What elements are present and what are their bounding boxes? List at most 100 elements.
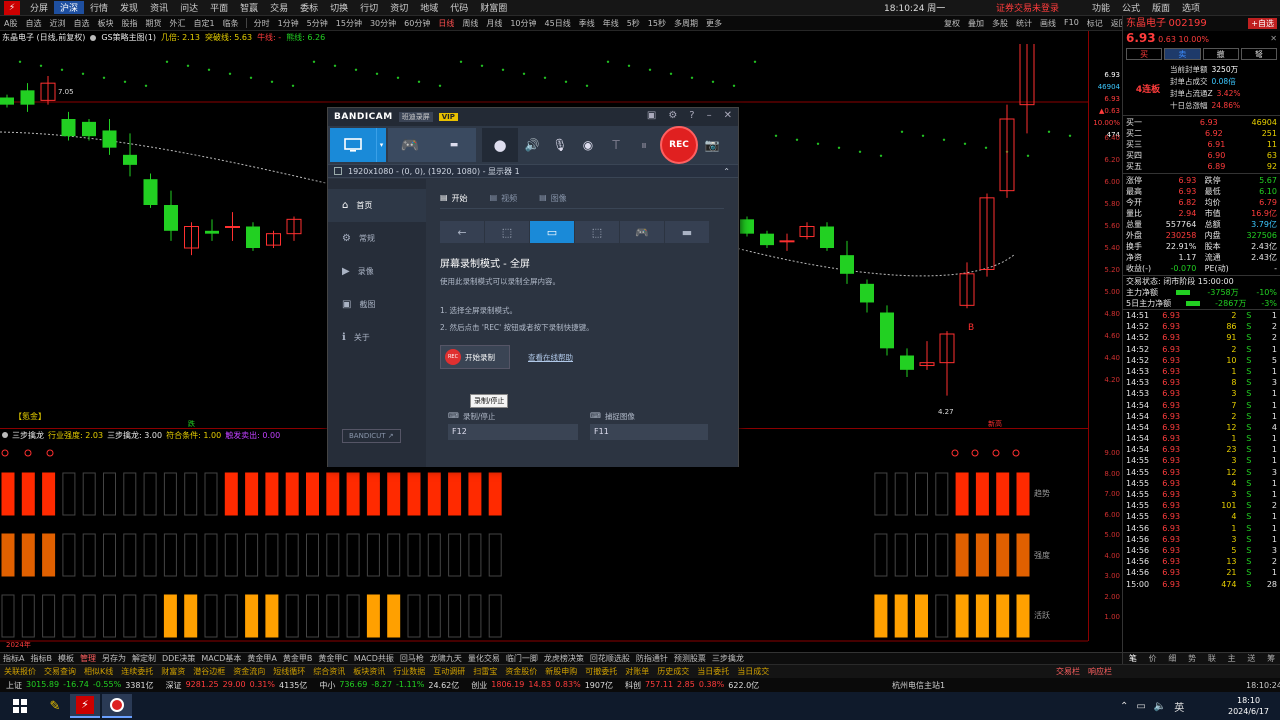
close-icon[interactable]: ✕ bbox=[1270, 31, 1277, 46]
function-tab[interactable]: 交易查询 bbox=[40, 666, 80, 677]
period-tab[interactable]: 1分钟 bbox=[274, 18, 303, 29]
tab-1[interactable]: ▤ 视频 bbox=[490, 193, 518, 204]
windows-start-icon[interactable] bbox=[0, 692, 40, 720]
chart-tool[interactable]: 返回 bbox=[1107, 18, 1122, 29]
add-watchlist-button[interactable]: +自选 bbox=[1248, 18, 1277, 29]
function-tab[interactable]: 潜谷边框 bbox=[189, 666, 229, 677]
microphone-icon[interactable]: 🎙 bbox=[546, 128, 574, 162]
region-mode-icon[interactable]: ⬚ bbox=[485, 221, 529, 243]
chart-tool[interactable]: 叠加 bbox=[964, 18, 988, 29]
panel-tab[interactable]: 主 bbox=[1222, 653, 1242, 664]
period-tab[interactable]: 60分钟 bbox=[400, 18, 434, 29]
start-record-button[interactable]: REC 开始录制 bbox=[440, 345, 510, 369]
indicator-tab[interactable]: 防指通针 bbox=[633, 653, 671, 664]
function-tab[interactable]: 资金流向 bbox=[229, 666, 269, 677]
function-tab[interactable]: 当日委托 bbox=[693, 666, 733, 677]
menu-item[interactable]: 平面 bbox=[204, 1, 234, 14]
tray-lang[interactable]: 英 bbox=[1174, 699, 1184, 714]
period-tab[interactable]: 15分钟 bbox=[332, 18, 366, 29]
index-item[interactable]: 深证 9281.25 29.00 0.31% 4135亿 bbox=[160, 680, 314, 691]
hotkey-record-field[interactable]: F12 bbox=[448, 424, 578, 440]
menu-item[interactable]: 行情 bbox=[84, 1, 114, 14]
panel-toggle[interactable]: 响应栏 bbox=[1084, 666, 1116, 677]
right-menu-item[interactable]: 版面 bbox=[1146, 1, 1176, 14]
hdmi-icon[interactable]: ▬ bbox=[665, 221, 709, 243]
function-tab[interactable]: 对账单 bbox=[621, 666, 653, 677]
fullscreen-mode-icon[interactable]: ▭ bbox=[530, 221, 574, 243]
chart-tool[interactable]: F10 bbox=[1060, 18, 1083, 29]
indicator-tab[interactable]: 模板 bbox=[55, 653, 77, 664]
period-tab[interactable]: 5秒 bbox=[623, 18, 644, 29]
panel-tab[interactable]: 筹 bbox=[1261, 653, 1280, 664]
login-status[interactable]: 证券交易未登录 bbox=[996, 1, 1059, 14]
period-tab[interactable]: 年线 bbox=[599, 18, 623, 29]
bandicam-titlebar[interactable]: BANDICAM 班迪录屏 VIP ▣ ⚙ ? – ✕ bbox=[328, 108, 738, 126]
bandicut-button[interactable]: BANDICUT ↗ bbox=[342, 429, 401, 443]
function-tab[interactable]: 扫雷宝 bbox=[469, 666, 501, 677]
menu-item[interactable]: 分屏 bbox=[24, 1, 54, 14]
menu-item[interactable]: 沪深 bbox=[54, 1, 85, 14]
app-logo-icon[interactable]: ⚡ bbox=[4, 0, 20, 15]
function-tab[interactable]: 新股申购 bbox=[541, 666, 581, 677]
device-mode-icon[interactable]: ▬ bbox=[432, 128, 476, 162]
menu-item[interactable]: 行切 bbox=[354, 1, 384, 14]
market-tab[interactable]: 股指 bbox=[117, 18, 141, 29]
menu-item[interactable]: 地域 bbox=[414, 1, 444, 14]
trade-button[interactable]: 卖 bbox=[1164, 48, 1201, 60]
taskbar-pin-icon[interactable]: ✎ bbox=[40, 699, 70, 714]
function-tab[interactable]: 可撤委托 bbox=[581, 666, 621, 677]
panel-tab[interactable]: 势 bbox=[1182, 653, 1202, 664]
webcam-icon[interactable]: ● bbox=[482, 128, 518, 162]
period-tab[interactable]: 45日线 bbox=[541, 18, 575, 29]
around-mouse-icon[interactable]: ⬚ bbox=[575, 221, 619, 243]
indicator-tab[interactable]: 另存为 bbox=[99, 653, 129, 664]
tray-volume-icon[interactable]: 🔈 bbox=[1154, 701, 1166, 712]
close-icon[interactable]: ✕ bbox=[724, 110, 732, 121]
indicator-tab[interactable]: DDE决策 bbox=[159, 653, 198, 664]
indicator-title[interactable]: 三步擒龙 bbox=[12, 430, 44, 441]
sidebar-item[interactable]: ⚙ 常规 bbox=[328, 222, 426, 255]
indicator-tab[interactable]: 龙虎榜决策 bbox=[541, 653, 587, 664]
panel-tab[interactable]: 笔 bbox=[1123, 653, 1143, 664]
chart-tool[interactable]: 标记 bbox=[1083, 18, 1107, 29]
indicator-tab[interactable]: 回马枪 bbox=[397, 653, 427, 664]
function-tab[interactable]: 财富资 bbox=[157, 666, 189, 677]
indicator-tab[interactable]: 黄金甲A bbox=[244, 653, 279, 664]
menu-item[interactable]: 财富圈 bbox=[474, 1, 513, 14]
market-tab[interactable]: 自选 bbox=[69, 18, 93, 29]
mode-dropdown-icon[interactable]: ▾ bbox=[376, 128, 386, 162]
menu-item[interactable]: 问达 bbox=[174, 1, 204, 14]
market-tab[interactable]: 外汇 bbox=[165, 18, 189, 29]
function-tab[interactable]: 资金股价 bbox=[501, 666, 541, 677]
function-tab[interactable]: 连续委托 bbox=[117, 666, 157, 677]
rec-button[interactable]: REC bbox=[660, 126, 698, 164]
menu-item[interactable]: 智赢 bbox=[234, 1, 264, 14]
menu-item[interactable]: 资切 bbox=[384, 1, 414, 14]
indicator-tab[interactable]: 解定制 bbox=[129, 653, 159, 664]
tray-chevron-icon[interactable]: ⌃ bbox=[1120, 701, 1128, 712]
taskbar-bandicam-icon[interactable] bbox=[102, 694, 132, 718]
pause-icon[interactable]: ⏸ bbox=[630, 128, 658, 162]
period-tab[interactable]: 分时 bbox=[250, 18, 274, 29]
indicator-tab[interactable]: 三步擒龙 bbox=[709, 653, 747, 664]
function-tab[interactable]: 板块资讯 bbox=[349, 666, 389, 677]
sidebar-item[interactable]: ▶ 录像 bbox=[328, 255, 426, 288]
period-tab[interactable]: 周线 bbox=[458, 18, 482, 29]
market-tab[interactable]: 板块 bbox=[93, 18, 117, 29]
indicator-tab[interactable]: MACD共振 bbox=[351, 653, 397, 664]
indicator-tab[interactable]: MACD基本 bbox=[198, 653, 244, 664]
market-tab[interactable]: 自选 bbox=[21, 18, 45, 29]
indicator-tab[interactable]: 黄金甲B bbox=[280, 653, 316, 664]
sidebar-item[interactable]: ▣ 截图 bbox=[328, 288, 426, 321]
tab-0[interactable]: ▤ 开始 bbox=[440, 193, 468, 204]
function-tab[interactable]: 行业数据 bbox=[389, 666, 429, 677]
trade-button[interactable]: 弩 bbox=[1240, 48, 1277, 60]
panel-tab[interactable]: 送 bbox=[1242, 653, 1262, 664]
market-tab[interactable]: 自定1 bbox=[189, 18, 218, 29]
camera-icon[interactable]: 📷 bbox=[698, 128, 726, 162]
trade-button[interactable]: 撤 bbox=[1202, 48, 1239, 60]
indicator-tab[interactable]: 量化交易 bbox=[465, 653, 503, 664]
period-tab[interactable]: 月线 bbox=[482, 18, 506, 29]
right-menu-item[interactable]: 功能 bbox=[1086, 1, 1116, 14]
function-tab[interactable]: 互动调研 bbox=[429, 666, 469, 677]
